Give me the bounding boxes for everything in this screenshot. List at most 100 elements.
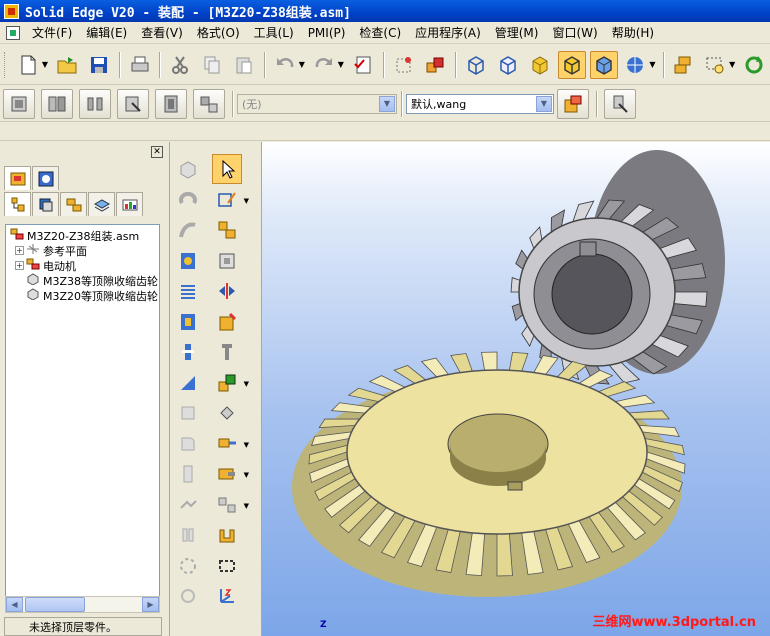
document-icon[interactable] <box>6 25 20 40</box>
menu-manage[interactable]: 管理(M) <box>488 24 546 41</box>
thread-icon[interactable] <box>173 276 203 306</box>
align-button[interactable] <box>79 88 111 119</box>
select-box-button[interactable] <box>390 51 418 79</box>
rib-icon[interactable] <box>173 337 203 367</box>
user-config-combo[interactable]: 默认,wang ▼ <box>406 93 554 114</box>
scroll-right-icon[interactable]: ▶ <box>142 597 159 612</box>
refresh-button[interactable] <box>740 51 768 79</box>
dropdown-icon[interactable]: ▼ <box>244 471 249 479</box>
mirror-icon[interactable] <box>173 490 203 520</box>
flush-button[interactable] <box>155 88 187 119</box>
assemble-icon[interactable] <box>212 215 242 245</box>
interference-icon[interactable]: ▼ <box>212 490 249 520</box>
config-manager-button[interactable] <box>557 88 589 119</box>
menu-format[interactable]: 格式(O) <box>190 24 247 41</box>
undo-button[interactable] <box>271 51 299 79</box>
layers-button[interactable] <box>670 51 698 79</box>
layer-combo[interactable]: (无) ▼ <box>237 93 397 114</box>
chamfer-icon[interactable] <box>173 459 203 489</box>
sketch-icon[interactable]: ▼ <box>212 185 249 215</box>
tree-node-reference-planes[interactable]: + 参考平面 <box>6 243 159 258</box>
new-file-button[interactable] <box>14 51 42 79</box>
dropdown-icon[interactable]: ▼ <box>244 380 249 388</box>
close-icon[interactable]: ✕ <box>151 146 163 158</box>
motion-icon[interactable]: ▼ <box>212 459 249 489</box>
hole-icon[interactable] <box>173 246 203 276</box>
cut-button[interactable] <box>166 51 194 79</box>
tab-assembly-view[interactable] <box>32 192 59 216</box>
parts-button[interactable] <box>422 51 450 79</box>
user-combo-arrow-icon[interactable]: ▼ <box>536 95 552 112</box>
fastener-icon[interactable] <box>212 337 242 367</box>
connect-button[interactable] <box>193 88 225 119</box>
shell-icon[interactable] <box>173 368 203 398</box>
open-file-button[interactable] <box>53 51 81 79</box>
save-button[interactable] <box>85 51 113 79</box>
graphics-viewport[interactable]: Z 三维网www.3dportal.cn <box>262 142 770 636</box>
revolve-icon[interactable] <box>173 185 203 215</box>
gear-assembly-model[interactable] <box>262 142 770 636</box>
shaded-edges-view-button[interactable] <box>557 50 586 79</box>
print-button[interactable] <box>126 51 154 79</box>
zoom-area-button[interactable] <box>701 51 729 79</box>
menu-help[interactable]: 帮助(H) <box>605 24 661 41</box>
paste-button[interactable] <box>230 51 258 79</box>
tree-horizontal-scrollbar[interactable]: ◀ ▶ <box>5 596 160 613</box>
new-dropdown-icon[interactable]: ▼ <box>42 60 48 69</box>
tab-component-structure[interactable] <box>60 192 87 216</box>
tab-layers[interactable] <box>88 192 115 216</box>
menu-inspect[interactable]: 检查(C) <box>352 24 408 41</box>
menu-pmi[interactable]: PMI(P) <box>301 26 353 40</box>
menu-applications[interactable]: 应用程序(A) <box>408 24 488 41</box>
wireframe-view-button[interactable] <box>462 51 490 79</box>
tree-node-motor[interactable]: + 电动机 <box>6 258 159 273</box>
circular-pattern-icon[interactable] <box>173 551 203 581</box>
draft-icon[interactable] <box>173 398 203 428</box>
expand-toggle[interactable]: + <box>15 246 24 255</box>
grid-icon[interactable] <box>212 246 242 276</box>
cutout-icon[interactable] <box>173 307 203 337</box>
extrude-icon[interactable] <box>173 154 203 184</box>
diamond-icon[interactable] <box>212 398 242 428</box>
redo-button[interactable] <box>310 51 338 79</box>
sphere-view-button[interactable] <box>622 51 650 79</box>
shaded-view-button[interactable] <box>526 51 554 79</box>
menu-file[interactable]: 文件(F) <box>25 24 79 41</box>
tab-pathfinder[interactable] <box>4 192 31 216</box>
dropdown-icon[interactable]: ▼ <box>244 441 249 449</box>
toolbar-grip[interactable] <box>4 51 8 78</box>
tab-sensors[interactable] <box>116 192 143 216</box>
wire-path-icon[interactable] <box>212 551 242 581</box>
place-part-button[interactable] <box>3 88 35 119</box>
sweep-icon[interactable] <box>173 215 203 245</box>
select-tool-button[interactable] <box>212 154 242 184</box>
coordinate-system-icon[interactable] <box>212 581 242 611</box>
hidden-edge-view-button[interactable] <box>494 51 522 79</box>
tree-node-gear-z38[interactable]: M3Z38等顶隙收缩齿轮 <box>6 273 159 288</box>
tree-node-gear-z20[interactable]: M3Z20等顶隙收缩齿轮 <box>6 288 159 303</box>
dropdown-icon[interactable]: ▼ <box>244 502 249 510</box>
undo-dropdown-icon[interactable]: ▼ <box>299 60 305 69</box>
layer-combo-arrow-icon[interactable]: ▼ <box>379 95 395 112</box>
redo-dropdown-icon[interactable]: ▼ <box>338 60 344 69</box>
scroll-left-icon[interactable]: ◀ <box>6 597 23 612</box>
menu-view[interactable]: 查看(V) <box>134 24 190 41</box>
menu-window[interactable]: 窗口(W) <box>545 24 604 41</box>
view-style-dropdown-icon[interactable]: ▼ <box>649 60 655 69</box>
weld-icon[interactable] <box>212 520 242 550</box>
part-feature-icon[interactable] <box>212 307 242 337</box>
checklist-button[interactable] <box>349 51 377 79</box>
properties-button[interactable] <box>604 88 636 119</box>
copy-button[interactable] <box>198 51 226 79</box>
round-icon[interactable] <box>173 429 203 459</box>
insert-button[interactable] <box>117 88 149 119</box>
frame-icon[interactable]: ▼ <box>212 368 249 398</box>
flip-icon[interactable] <box>212 276 242 306</box>
loop-icon[interactable] <box>173 581 203 611</box>
zoom-dropdown-icon[interactable]: ▼ <box>729 60 735 69</box>
tree-node-root[interactable]: M3Z20-Z38组装.asm <box>6 228 159 243</box>
scroll-thumb[interactable] <box>25 597 85 612</box>
menu-edit[interactable]: 编辑(E) <box>79 24 134 41</box>
visible-edges-view-button[interactable] <box>589 50 618 79</box>
expand-toggle[interactable]: + <box>15 261 24 270</box>
